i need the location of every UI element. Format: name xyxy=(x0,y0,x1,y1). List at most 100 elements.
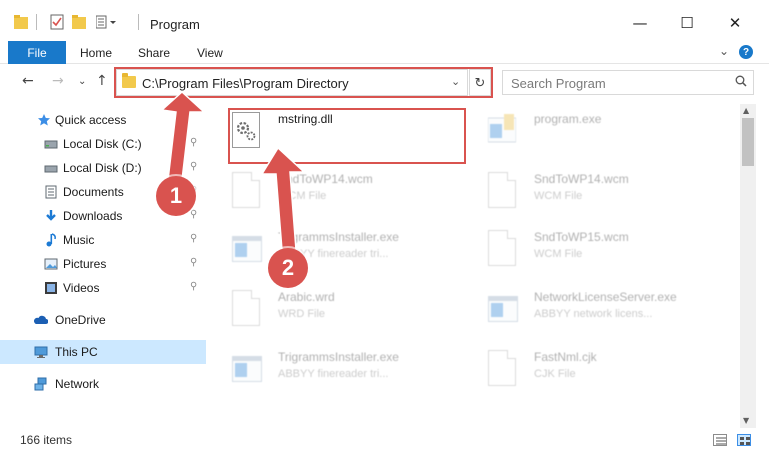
scroll-down-icon[interactable]: ▼ xyxy=(743,416,749,425)
music-icon xyxy=(46,233,56,247)
step-1-badge: 1 xyxy=(156,176,196,216)
sidebar-item-label: This PC xyxy=(55,345,98,359)
document-icon xyxy=(232,290,260,326)
file-item[interactable]: SndToWP14.wcm WCM File xyxy=(214,164,454,220)
search-icon xyxy=(735,75,747,87)
file-type: WCM File xyxy=(534,190,583,202)
pictures-icon xyxy=(44,258,58,270)
sidebar-item-label: Quick access xyxy=(55,113,127,127)
customize-toolbar-icon[interactable] xyxy=(95,14,116,30)
tab-file[interactable]: File xyxy=(8,41,66,64)
window-title: Program xyxy=(150,17,200,32)
download-icon xyxy=(46,210,56,221)
recent-locations-button[interactable]: ⌄ xyxy=(78,76,86,87)
folder-icon[interactable] xyxy=(14,14,28,30)
tab-share[interactable]: Share xyxy=(138,46,170,60)
scroll-thumb[interactable] xyxy=(742,118,754,166)
pin-icon: ⚲ xyxy=(190,209,198,220)
file-item[interactable]: SndToWP14.wcm WCM File xyxy=(470,164,710,220)
file-item[interactable]: TrigrammsInstaller.exe ABBYY finereader … xyxy=(214,222,454,278)
file-name: SndToWP14.wcm xyxy=(278,172,373,186)
sidebar-item-local-disk-c[interactable]: Local Disk (C:) ⚲ xyxy=(0,132,206,156)
pin-icon: ⚲ xyxy=(190,161,198,172)
document-icon xyxy=(488,172,516,208)
search-input[interactable]: Search Program xyxy=(511,76,606,91)
tab-view[interactable]: View xyxy=(197,46,223,60)
file-item[interactable]: FastNml.cjk CJK File xyxy=(470,342,710,398)
up-button[interactable]: ↑ xyxy=(96,73,108,89)
large-icons-view-icon[interactable] xyxy=(737,434,751,446)
sidebar-item-label: Network xyxy=(55,377,100,391)
sidebar-item-label: Local Disk (C:) xyxy=(63,137,142,151)
file-name: TrigrammsInstaller.exe xyxy=(278,350,399,364)
file-item-program-exe[interactable]: program.exe xyxy=(470,104,710,160)
details-view-icon[interactable] xyxy=(713,434,727,446)
file-item[interactable]: SndToWP15.wcm WCM File xyxy=(470,222,710,278)
file-item[interactable]: TrigrammsInstaller.exe ABBYY finereader … xyxy=(214,342,454,398)
file-name: NetworkLicenseServer.exe xyxy=(534,290,677,304)
file-name: SndToWP14.wcm xyxy=(534,172,629,186)
drive-icon xyxy=(44,165,58,173)
file-type: WRD File xyxy=(278,308,326,320)
scroll-up-icon[interactable]: ▲ xyxy=(743,106,749,115)
file-name: program.exe xyxy=(534,112,602,126)
sidebar-item-label: Music xyxy=(63,233,95,247)
properties-icon[interactable] xyxy=(50,14,64,30)
ribbon-tabs: File Home Share View ⌄ ? xyxy=(0,40,769,64)
address-highlight-box xyxy=(114,67,493,98)
expand-ribbon-icon[interactable]: ⌄ xyxy=(719,44,729,58)
file-item[interactable]: NetworkLicenseServer.exe ABBYY network l… xyxy=(470,282,710,338)
pin-icon: ⚲ xyxy=(190,257,198,268)
sidebar-item-label: Documents xyxy=(63,185,124,199)
status-bar: 166 items xyxy=(0,428,769,464)
file-name: TrigrammsInstaller.exe xyxy=(278,230,399,244)
vertical-scrollbar[interactable]: ▲ ▼ xyxy=(740,104,756,428)
file-type: WCM File xyxy=(278,190,327,202)
pin-icon: ⚲ xyxy=(190,233,198,244)
file-highlight-box xyxy=(228,108,466,164)
title-bar: Program — ☐ ✕ xyxy=(0,0,769,40)
network-icon xyxy=(34,377,47,391)
search-box[interactable]: Search Program xyxy=(502,70,754,95)
close-button[interactable]: ✕ xyxy=(712,8,758,38)
sidebar-item-label: Local Disk (D:) xyxy=(63,161,142,175)
computer-icon xyxy=(34,346,48,358)
drive-icon xyxy=(44,140,58,149)
sidebar-item-pictures[interactable]: Pictures ⚲ xyxy=(0,252,206,276)
help-icon[interactable]: ? xyxy=(739,45,753,59)
sidebar-item-videos[interactable]: Videos ⚲ xyxy=(0,276,206,300)
file-name: Arabic.wrd xyxy=(278,290,335,304)
sidebar-item-label: Videos xyxy=(63,281,100,295)
documents-icon xyxy=(45,185,57,199)
step-2-badge: 2 xyxy=(268,248,308,288)
sidebar-item-this-pc[interactable]: This PC xyxy=(0,340,206,364)
minimize-button[interactable]: — xyxy=(617,8,663,38)
tab-home[interactable]: Home xyxy=(80,46,112,60)
back-button[interactable]: ← xyxy=(22,73,34,89)
exe-icon xyxy=(488,296,518,322)
exe-icon xyxy=(488,114,516,143)
file-type: ABBYY network licens... xyxy=(534,308,653,320)
maximize-button[interactable]: ☐ xyxy=(664,8,710,38)
sidebar-item-network[interactable]: Network xyxy=(0,372,206,396)
sidebar-item-onedrive[interactable]: OneDrive xyxy=(0,308,206,332)
document-icon xyxy=(232,172,260,208)
new-folder-icon[interactable] xyxy=(72,14,86,30)
forward-button[interactable]: → xyxy=(52,73,64,89)
sidebar-item-label: Downloads xyxy=(63,209,123,223)
file-name: FastNml.cjk xyxy=(534,350,597,364)
sidebar-item-label: Pictures xyxy=(63,257,107,271)
document-icon xyxy=(488,350,516,386)
file-type: WCM File xyxy=(534,248,583,260)
file-type: ABBYY finereader tri... xyxy=(278,368,389,380)
videos-icon xyxy=(45,282,57,294)
cloud-icon xyxy=(34,315,48,324)
file-item[interactable]: Arabic.wrd WRD File xyxy=(214,282,454,338)
pin-icon: ⚲ xyxy=(190,281,198,292)
sidebar-item-quick-access[interactable]: Quick access xyxy=(0,108,206,132)
file-name: SndToWP15.wcm xyxy=(534,230,629,244)
star-icon xyxy=(38,114,50,126)
navigation-pane: Quick access Local Disk (C:) ⚲ Local Dis… xyxy=(0,104,206,428)
sidebar-item-music[interactable]: Music ⚲ xyxy=(0,228,206,252)
item-count: 166 items xyxy=(20,433,73,447)
